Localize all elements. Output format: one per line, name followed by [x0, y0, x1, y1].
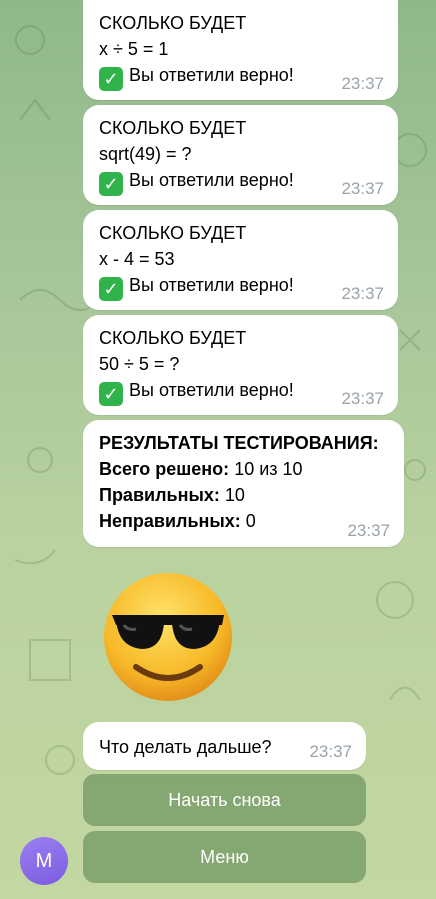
white-check-mark-icon: ✓: [99, 67, 123, 91]
avatar[interactable]: M: [20, 837, 68, 885]
results-title: РЕЗУЛЬТАТЫ ТЕСТИРОВАНИЯ:: [99, 433, 379, 453]
results-correct-label: Правильных:: [99, 485, 220, 505]
results-time: 23:37: [347, 521, 390, 540]
menu-button-label: Меню: [200, 846, 249, 867]
message-question: СКОЛЬКО БУДЕТ: [99, 328, 247, 348]
message-result: Вы ответили верно!: [129, 170, 294, 190]
avatar-initial: M: [35, 849, 53, 872]
white-check-mark-icon: ✓: [99, 277, 123, 301]
message-time: 23:37: [341, 74, 384, 93]
message-result: Вы ответили верно!: [129, 380, 294, 400]
prompt-bubble: Что делать дальше? 23:37: [83, 722, 366, 770]
prompt-text: Что делать дальше?: [99, 737, 272, 757]
message-bubble: СКОЛЬКО БУДЕТ x - 4 = 53 ✓ Вы ответили ве…: [83, 210, 398, 310]
message-expression: x - 4 = 53: [99, 249, 175, 269]
message-question: СКОЛЬКО БУДЕТ: [99, 13, 247, 33]
results-total-value: 10 из 10: [234, 459, 303, 479]
restart-button-label: Начать снова: [168, 789, 281, 810]
message-time: 23:37: [341, 284, 384, 303]
message-bubble: СКОЛЬКО БУДЕТ x ÷ 5 = 1 ✓ Вы ответили вер…: [83, 0, 398, 100]
white-check-mark-icon: ✓: [99, 172, 123, 196]
white-check-mark-icon: ✓: [99, 382, 123, 406]
results-total-label: Всего решено:: [99, 459, 230, 479]
results-bubble: РЕЗУЛЬТАТЫ ТЕСТИРОВАНИЯ: Всего решено: 1…: [83, 420, 404, 547]
results-wrong-label: Неправильных:: [99, 511, 241, 531]
message-question: СКОЛЬКО БУДЕТ: [99, 223, 247, 243]
message-result: Вы ответили верно!: [129, 275, 294, 295]
restart-button[interactable]: Начать снова: [83, 774, 366, 826]
message-time: 23:37: [341, 389, 384, 408]
message-expression: x ÷ 5 = 1: [99, 39, 169, 59]
results-correct-value: 10: [224, 485, 245, 505]
menu-button[interactable]: Меню: [83, 831, 366, 883]
message-expression: 50 ÷ 5 = ?: [99, 354, 180, 374]
message-bubble: СКОЛЬКО БУДЕТ sqrt(49) = ? ✓ Вы ответили …: [83, 105, 398, 205]
message-bubble: СКОЛЬКО БУДЕТ 50 ÷ 5 = ? ✓ Вы ответили ве…: [83, 315, 398, 415]
sunglasses-smiley-icon: [104, 573, 232, 701]
message-result: Вы ответили верно!: [129, 65, 294, 85]
message-question: СКОЛЬКО БУДЕТ: [99, 118, 247, 138]
message-time: 23:37: [341, 179, 384, 198]
prompt-time: 23:37: [309, 742, 352, 761]
message-expression: sqrt(49) = ?: [99, 144, 192, 164]
results-wrong-value: 0: [245, 511, 256, 531]
